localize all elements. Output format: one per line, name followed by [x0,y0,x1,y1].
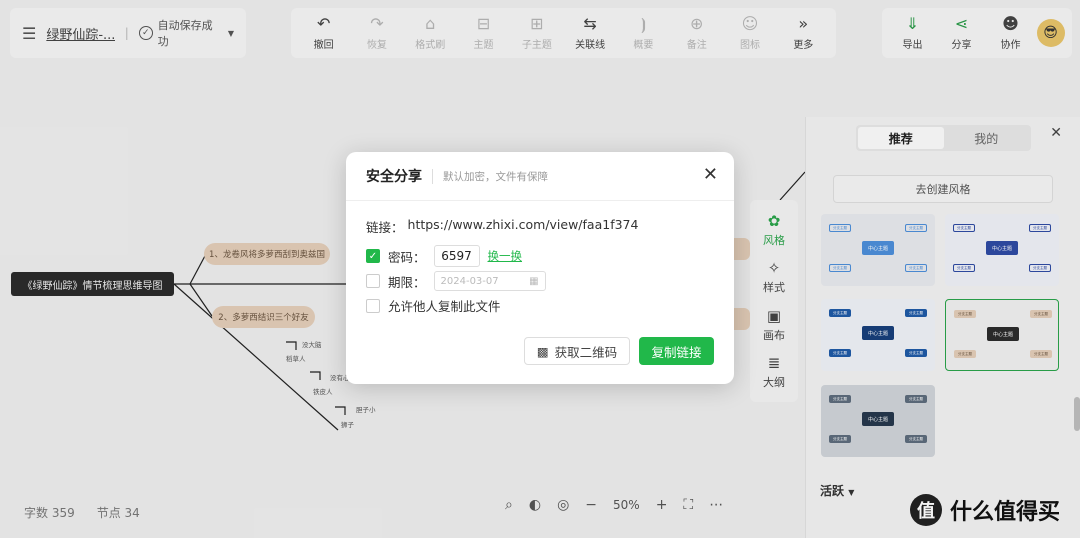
expiry-checkbox[interactable] [366,274,380,288]
copy-link-button[interactable]: 复制链接 [639,337,714,365]
allow-copy-row: 允许他人复制此文件 [366,296,501,315]
get-qrcode-button[interactable]: ▩ 获取二维码 [524,337,630,365]
allow-copy-checkbox[interactable] [366,298,380,313]
share-link: 链接： https://www.zhixi.com/view/faa1f374 [366,217,638,236]
expiry-label: 期限： [388,274,426,290]
share-dialog-title: 安全分享 [366,169,422,185]
allow-copy-label: 允许他人复制此文件 [388,299,501,314]
share-dialog-header: 安全分享 默认加密，文件有保障 [366,166,548,186]
expiry-row: 期限： 2024-03-07 ▦ [366,271,546,291]
get-qrcode-label: 获取二维码 [554,344,618,360]
share-dialog-subtitle: 默认加密，文件有保障 [432,168,548,184]
qrcode-icon: ▩ [536,343,549,359]
calendar-icon: ▦ [529,275,539,287]
close-icon[interactable]: ✕ [703,164,718,185]
expiry-date-input[interactable]: 2024-03-07 ▦ [433,271,546,291]
password-row: ✓ 密码： 6597 换一换 [366,245,522,267]
password-field[interactable]: 6597 [433,245,480,267]
password-label: 密码： [388,249,426,265]
share-link-label: 链接： [366,220,404,235]
regenerate-password-link[interactable]: 换一换 [488,248,523,264]
divider [346,200,734,201]
password-checkbox[interactable]: ✓ [366,249,380,263]
share-dialog: 安全分享 默认加密，文件有保障 ✕ 链接： https://www.zhixi.… [346,152,734,384]
share-link-url[interactable]: https://www.zhixi.com/view/faa1f374 [408,217,639,236]
expiry-date-placeholder: 2024-03-07 [440,275,499,287]
